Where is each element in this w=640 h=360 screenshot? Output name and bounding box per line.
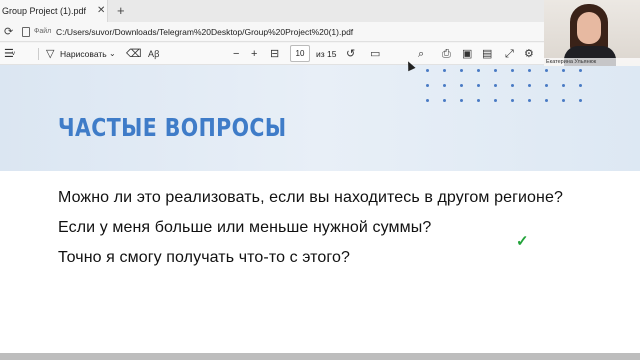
close-tab-icon[interactable]: ✕ bbox=[97, 5, 105, 16]
question-3: Точно я смогу получать что-то с этого? bbox=[58, 249, 351, 266]
page-view-icon[interactable]: ▭ bbox=[370, 48, 380, 60]
fullscreen-icon[interactable]: ⤢ bbox=[505, 48, 514, 60]
file-icon bbox=[22, 27, 30, 37]
highlight-icon[interactable]: ᵛ bbox=[12, 48, 15, 60]
settings-icon[interactable]: ⚙ bbox=[524, 48, 534, 60]
reload-icon[interactable]: ⟳ bbox=[4, 25, 13, 38]
question-2: Если у меня больше или меньше нужной сум… bbox=[58, 219, 432, 236]
separator bbox=[38, 48, 39, 60]
slide-header: ЧАСТЫЕ ВОПРОСЫ bbox=[0, 65, 640, 171]
save-icon[interactable]: ▣ bbox=[462, 48, 472, 60]
slide-title: ЧАСТЫЕ ВОПРОСЫ bbox=[58, 113, 287, 142]
webcam-overlay: Екатерина Ульянюк bbox=[544, 0, 640, 66]
read-aloud-icon[interactable]: A͏ꞵ bbox=[148, 48, 160, 60]
pdf-page: ЧАСТЫЕ ВОПРОСЫ Можно ли это реализовать,… bbox=[0, 65, 640, 353]
presenter-face bbox=[577, 12, 601, 44]
draw-label[interactable]: Нарисовать bbox=[60, 49, 107, 59]
new-tab-button[interactable]: + bbox=[117, 3, 125, 18]
chevron-down-icon[interactable]: ⌄ bbox=[109, 48, 116, 60]
page-number-input[interactable]: 10 bbox=[290, 45, 310, 62]
search-icon[interactable]: ⌕ bbox=[418, 48, 424, 60]
draw-icon[interactable]: ▽ bbox=[46, 48, 54, 60]
tab-pdf[interactable]: Group Project (1).pdf bbox=[0, 0, 108, 22]
save-as-icon[interactable]: ▤ bbox=[482, 48, 492, 60]
print-icon[interactable]: ⎙ bbox=[442, 48, 451, 60]
zoom-out-button[interactable]: − bbox=[233, 48, 239, 60]
rotate-icon[interactable]: ↺ bbox=[346, 48, 355, 60]
tab-title: Group Project (1).pdf bbox=[2, 6, 87, 16]
presenter-name: Екатерина Ульянюк bbox=[544, 58, 640, 66]
url-field[interactable]: C:/Users/suvor/Downloads/Telegram%20Desk… bbox=[56, 27, 353, 37]
zoom-in-button[interactable]: + bbox=[251, 48, 257, 60]
eraser-icon[interactable]: ⌫ bbox=[126, 48, 142, 60]
file-scheme-label: Файл bbox=[34, 28, 52, 35]
question-1: Можно ли это реализовать, если вы находи… bbox=[58, 189, 563, 206]
scrollbar-bottom[interactable] bbox=[0, 353, 640, 360]
fit-page-icon[interactable]: ⊟ bbox=[270, 48, 279, 60]
checkmark-icon: ✓ bbox=[516, 233, 529, 250]
page-total: из 15 bbox=[316, 49, 337, 59]
